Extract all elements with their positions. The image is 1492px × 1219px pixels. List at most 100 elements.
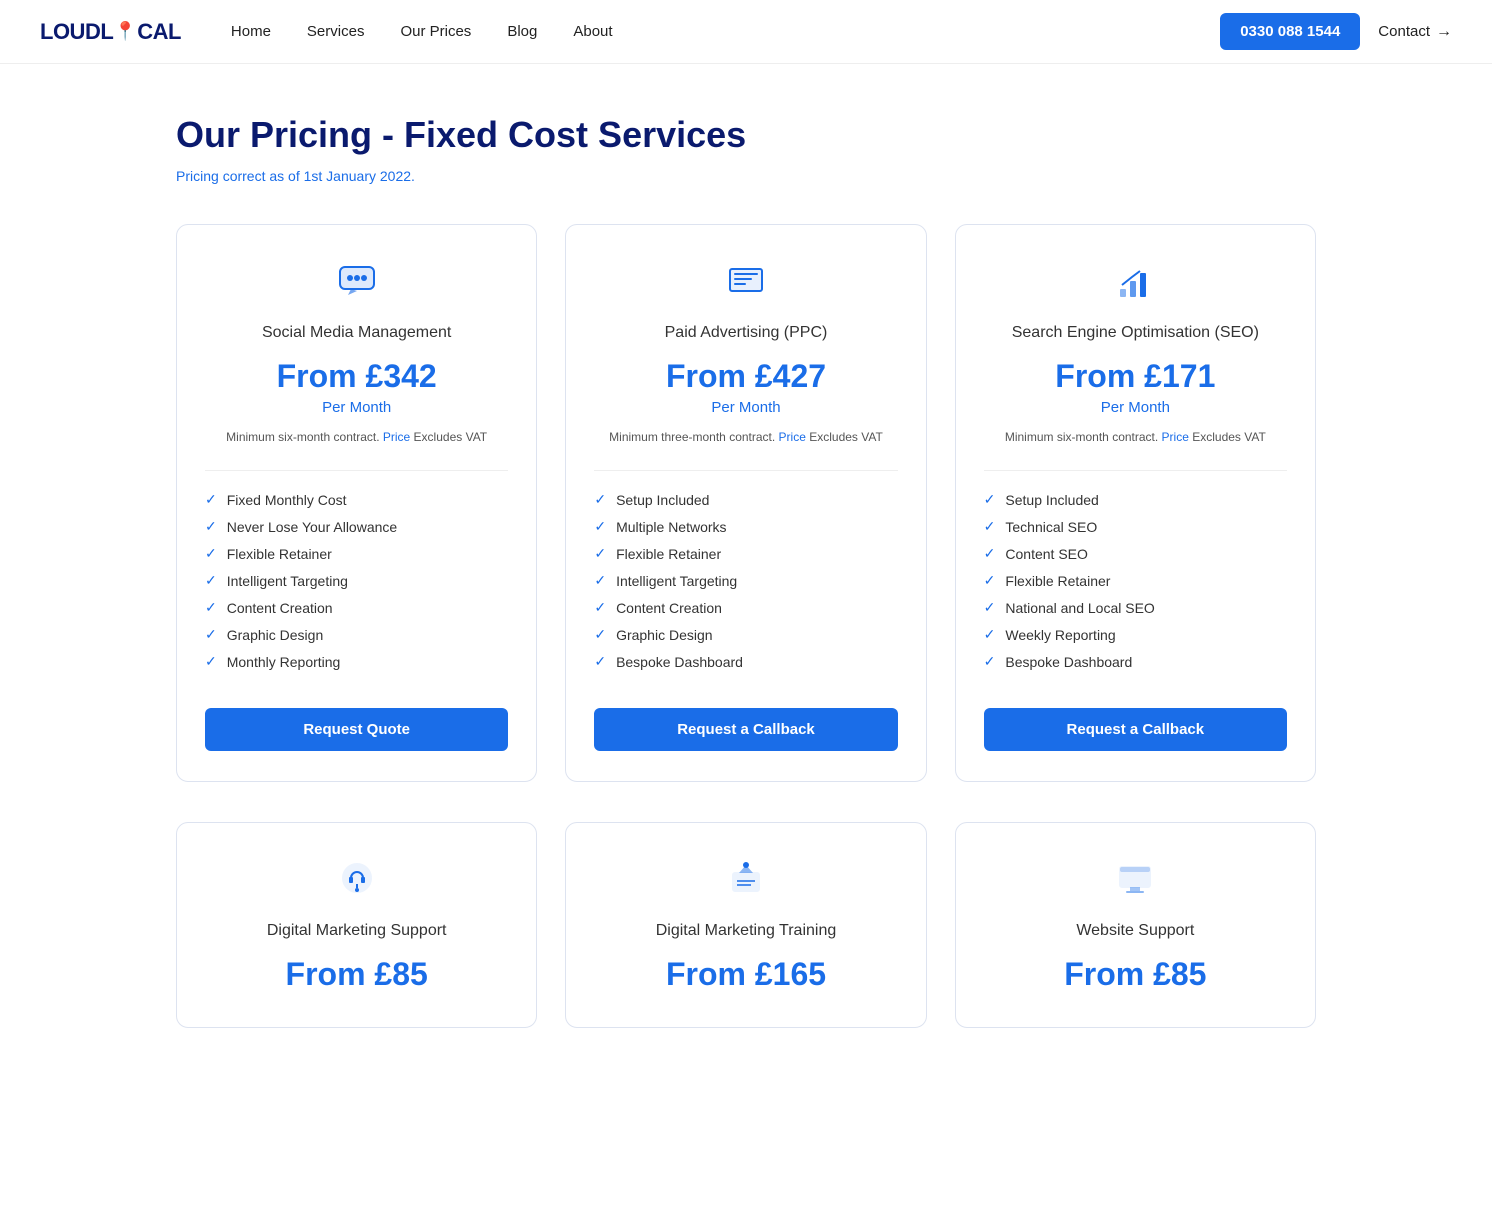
feature-item: ✓Graphic Design	[594, 626, 897, 643]
feature-item: ✓Content Creation	[594, 599, 897, 616]
feature-item: ✓Intelligent Targeting	[594, 572, 897, 589]
page-subtitle: Pricing correct as of 1st January 2022.	[176, 168, 1316, 184]
ppc-btn[interactable]: Request a Callback	[594, 708, 897, 751]
check-icon: ✓	[205, 626, 217, 643]
check-icon: ✓	[984, 545, 996, 562]
feature-item: ✓Flexible Retainer	[594, 545, 897, 562]
ppc-divider	[594, 470, 897, 471]
check-icon: ✓	[984, 653, 996, 670]
nav-blog[interactable]: Blog	[507, 23, 537, 40]
ws-price: From £85	[1064, 956, 1206, 993]
check-icon: ✓	[594, 626, 606, 643]
check-icon: ✓	[594, 572, 606, 589]
dms-icon	[338, 859, 376, 906]
dms-price: From £85	[286, 956, 428, 993]
ppc-period: Per Month	[711, 399, 780, 416]
check-icon: ✓	[984, 491, 996, 508]
dms-title: Digital Marketing Support	[267, 922, 447, 940]
nav-home[interactable]: Home	[231, 23, 271, 40]
social-media-title: Social Media Management	[262, 324, 451, 342]
pricing-grid: Social Media Management From £342 Per Mo…	[176, 224, 1316, 782]
check-icon: ✓	[205, 518, 217, 535]
bottom-pricing-grid: Digital Marketing Support From £85 Digit…	[176, 822, 1316, 1028]
feature-item: ✓Weekly Reporting	[984, 626, 1287, 643]
dmt-price: From £165	[666, 956, 826, 993]
dmt-title: Digital Marketing Training	[656, 922, 837, 940]
feature-item: ✓Multiple Networks	[594, 518, 897, 535]
feature-item: ✓Bespoke Dashboard	[594, 653, 897, 670]
seo-price: From £171	[1055, 358, 1215, 395]
feature-item: ✓Content SEO	[984, 545, 1287, 562]
subtitle-link[interactable]: Pricing	[176, 168, 219, 184]
logo[interactable]: LOUDL📍CAL	[40, 19, 181, 45]
check-icon: ✓	[205, 572, 217, 589]
ppc-features: ✓Setup Included ✓Multiple Networks ✓Flex…	[594, 491, 897, 680]
subtitle-text: correct as of 1st January 2022.	[223, 168, 415, 184]
check-icon: ✓	[984, 572, 996, 589]
check-icon: ✓	[984, 626, 996, 643]
check-icon: ✓	[984, 599, 996, 616]
social-media-divider	[205, 470, 508, 471]
feature-item: ✓Setup Included	[594, 491, 897, 508]
social-media-features: ✓Fixed Monthly Cost ✓Never Lose Your All…	[205, 491, 508, 680]
check-icon: ✓	[984, 518, 996, 535]
nav-services[interactable]: Services	[307, 23, 365, 40]
seo-period: Per Month	[1101, 399, 1170, 416]
check-icon: ✓	[594, 518, 606, 535]
seo-features: ✓Setup Included ✓Technical SEO ✓Content …	[984, 491, 1287, 680]
check-icon: ✓	[205, 653, 217, 670]
nav-links: Home Services Our Prices Blog About	[231, 23, 1220, 41]
feature-item: ✓Content Creation	[205, 599, 508, 616]
feature-item: ✓Never Lose Your Allowance	[205, 518, 508, 535]
pricing-card-ws: Website Support From £85	[955, 822, 1316, 1028]
check-icon: ✓	[594, 545, 606, 562]
social-media-icon	[338, 261, 376, 308]
feature-item: ✓Fixed Monthly Cost	[205, 491, 508, 508]
pricing-card-social-media: Social Media Management From £342 Per Mo…	[176, 224, 537, 782]
check-icon: ✓	[205, 599, 217, 616]
feature-item: ✓Intelligent Targeting	[205, 572, 508, 589]
check-icon: ✓	[594, 491, 606, 508]
social-media-note: Minimum six-month contract. Price Exclud…	[226, 428, 487, 446]
ppc-note: Minimum three-month contract. Price Excl…	[609, 428, 883, 446]
feature-item: ✓National and Local SEO	[984, 599, 1287, 616]
check-icon: ✓	[205, 491, 217, 508]
feature-item: ✓Monthly Reporting	[205, 653, 508, 670]
page-content: Our Pricing - Fixed Cost Services Pricin…	[146, 64, 1346, 1088]
ppc-title: Paid Advertising (PPC)	[665, 324, 828, 342]
nav-our-prices[interactable]: Our Prices	[400, 23, 471, 40]
check-icon: ✓	[205, 545, 217, 562]
feature-item: ✓Bespoke Dashboard	[984, 653, 1287, 670]
pricing-card-dms: Digital Marketing Support From £85	[176, 822, 537, 1028]
feature-item: ✓Setup Included	[984, 491, 1287, 508]
dmt-icon	[727, 859, 765, 906]
check-icon: ✓	[594, 653, 606, 670]
page-title: Our Pricing - Fixed Cost Services	[176, 114, 1316, 156]
contact-link[interactable]: Contact	[1378, 23, 1452, 41]
social-media-period: Per Month	[322, 399, 391, 416]
feature-item: ✓Graphic Design	[205, 626, 508, 643]
ppc-icon	[727, 261, 765, 308]
pricing-card-ppc: Paid Advertising (PPC) From £427 Per Mon…	[565, 224, 926, 782]
navbar: LOUDL📍CAL Home Services Our Prices Blog …	[0, 0, 1492, 64]
pricing-card-seo: Search Engine Optimisation (SEO) From £1…	[955, 224, 1316, 782]
social-media-btn[interactable]: Request Quote	[205, 708, 508, 751]
seo-note: Minimum six-month contract. Price Exclud…	[1005, 428, 1266, 446]
feature-item: ✓Technical SEO	[984, 518, 1287, 535]
seo-divider	[984, 470, 1287, 471]
feature-item: ✓Flexible Retainer	[205, 545, 508, 562]
pricing-card-dmt: Digital Marketing Training From £165	[565, 822, 926, 1028]
seo-btn[interactable]: Request a Callback	[984, 708, 1287, 751]
ws-icon	[1116, 859, 1154, 906]
nav-actions: 0330 088 1544 Contact	[1220, 13, 1452, 50]
ws-title: Website Support	[1076, 922, 1194, 940]
seo-title: Search Engine Optimisation (SEO)	[1012, 324, 1259, 342]
social-media-price: From £342	[277, 358, 437, 395]
seo-icon	[1116, 261, 1154, 308]
check-icon: ✓	[594, 599, 606, 616]
logo-pin: 📍	[114, 21, 136, 42]
ppc-price: From £427	[666, 358, 826, 395]
nav-about[interactable]: About	[573, 23, 612, 40]
feature-item: ✓Flexible Retainer	[984, 572, 1287, 589]
phone-button[interactable]: 0330 088 1544	[1220, 13, 1360, 50]
